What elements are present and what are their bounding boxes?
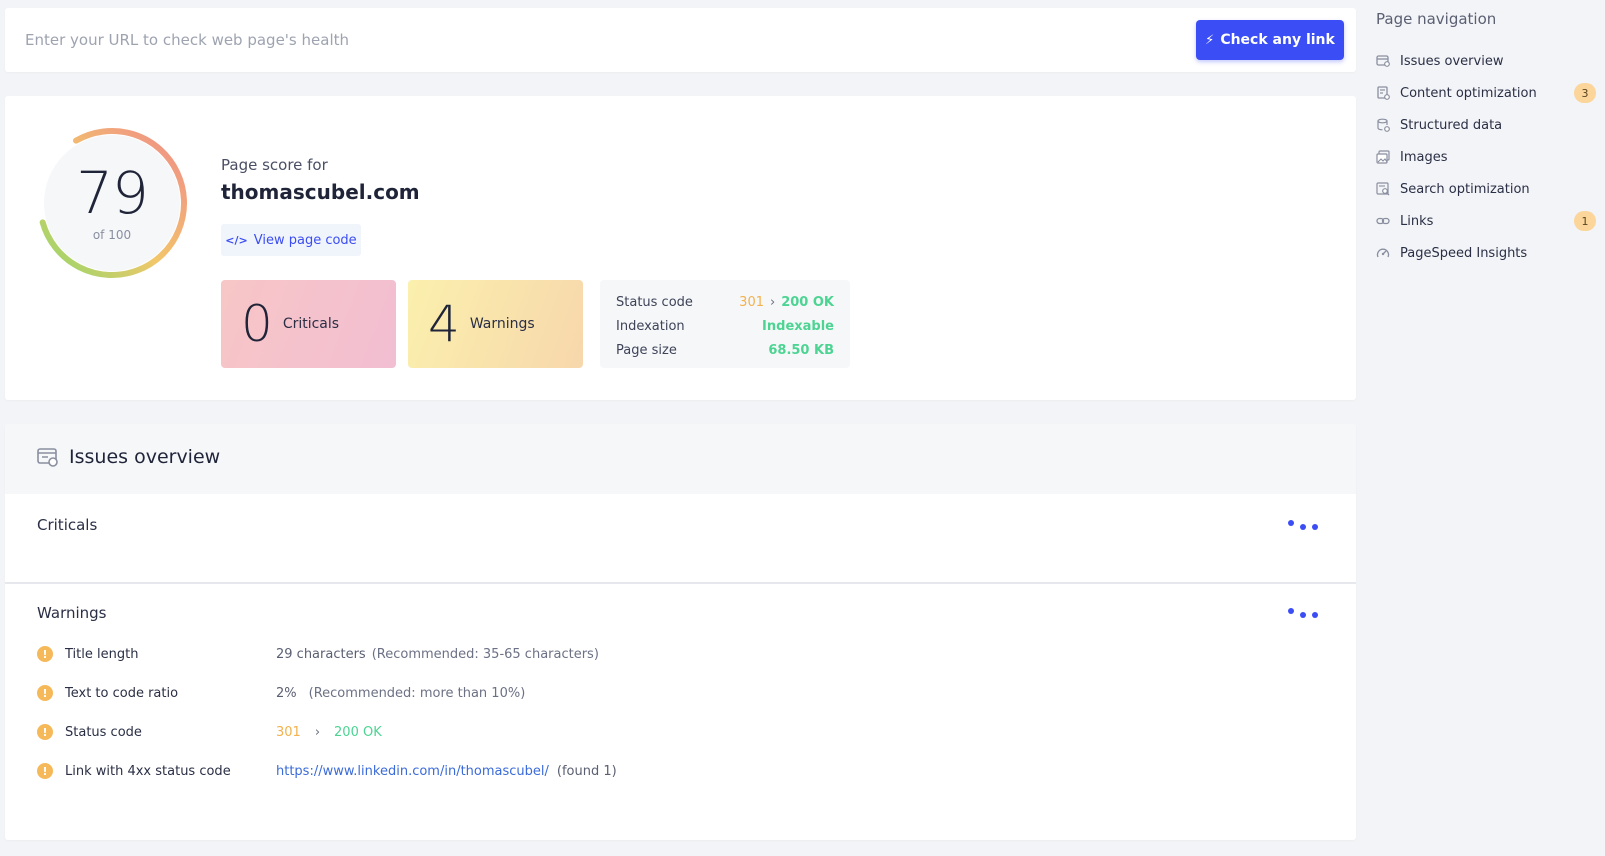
nav-item-label: Links: [1400, 213, 1434, 229]
warning-redirect-code: 301: [276, 724, 301, 740]
page-score-label: Page score for: [221, 156, 328, 174]
structured-data-icon: [1377, 118, 1390, 132]
search-optimization-icon: [1376, 182, 1390, 196]
warning-row: ! Status code 301 › 200 OK: [37, 720, 1237, 744]
warning-recommendation: (Recommended: 35-65 characters): [371, 646, 599, 662]
page-navigation-title: Page navigation: [1376, 10, 1497, 28]
check-link-label: Check any link: [1220, 32, 1335, 48]
nav-item-links[interactable]: Links 1: [1376, 205, 1596, 237]
bolt-icon: ⚡: [1205, 32, 1215, 48]
page-domain: thomascubel.com: [221, 180, 420, 204]
nav-item-images[interactable]: Images: [1376, 141, 1596, 173]
warning-icon: !: [37, 763, 53, 779]
check-link-button[interactable]: ⚡ Check any link: [1196, 20, 1344, 60]
warnings-label: Warnings: [469, 316, 535, 332]
indexation-label: Indexation: [616, 318, 685, 334]
link-icon: [1376, 217, 1390, 225]
nav-item-badge: 3: [1574, 83, 1596, 103]
warnings-section-title: Warnings: [37, 604, 107, 622]
criticals-stat[interactable]: 0 Criticals: [221, 280, 396, 368]
warning-recommendation: (Recommended: more than 10%): [308, 685, 526, 701]
warning-link[interactable]: https://www.linkedin.com/in/thomascubel/: [276, 764, 549, 779]
images-icon: [1376, 150, 1390, 164]
warning-found-count: (found 1): [556, 763, 617, 779]
nav-item-label: Content optimization: [1400, 85, 1537, 101]
nav-item-badge: 1: [1574, 211, 1596, 231]
nav-item-content-optimization[interactable]: Content optimization 3: [1376, 77, 1596, 109]
nav-item-pagespeed-insights[interactable]: PageSpeed Insights: [1376, 237, 1596, 269]
warning-name: Text to code ratio: [65, 685, 179, 701]
score-value: 79: [76, 159, 149, 227]
criticals-count: 0: [241, 295, 273, 353]
warnings-stat[interactable]: 4 Warnings: [408, 280, 583, 368]
code-icon: </>: [225, 233, 248, 247]
speedometer-icon: [1376, 248, 1390, 258]
warnings-more-icon[interactable]: [1286, 606, 1320, 620]
warning-row: ! Text to code ratio 2% (Recommended: mo…: [37, 681, 1237, 705]
status-code-row: Status code 301 › 200 OK: [616, 290, 834, 314]
page-size-value: 68.50 KB: [768, 342, 834, 358]
warning-icon: !: [37, 724, 53, 740]
indexation-row: Indexation Indexable: [616, 314, 834, 338]
url-check-bar: ⚡ Check any link: [5, 8, 1356, 72]
view-page-code-label: View page code: [253, 232, 357, 248]
nav-item-label: Issues overview: [1400, 53, 1504, 69]
nav-item-issues-overview[interactable]: Issues overview: [1376, 45, 1596, 77]
page-score-card: 79 of 100 Page score for thomascubel.com…: [5, 96, 1356, 400]
status-code-label: Status code: [616, 294, 693, 310]
warning-icon: !: [37, 685, 53, 701]
warning-icon: !: [37, 646, 53, 662]
criticals-label: Criticals: [282, 316, 340, 332]
chevron-right-icon: ›: [770, 294, 776, 310]
warning-name: Link with 4xx status code: [65, 763, 231, 779]
issues-overview-section: Issues overview Criticals Warnings ! Tit…: [5, 424, 1356, 840]
warning-final-code: 200 OK: [334, 724, 382, 740]
status-summary: Status code 301 › 200 OK Indexation Indexa…: [600, 280, 850, 368]
issues-overview-title: Issues overview: [69, 446, 221, 468]
warning-row: ! Link with 4xx status code https://www.…: [37, 759, 1237, 783]
nav-item-search-optimization[interactable]: Search optimization: [1376, 173, 1596, 205]
nav-item-label: PageSpeed Insights: [1400, 245, 1528, 261]
issues-overview-icon: [37, 448, 58, 467]
warning-name: Status code: [65, 724, 142, 740]
nav-item-label: Images: [1400, 149, 1448, 165]
url-input[interactable]: [25, 26, 1125, 54]
page-size-row: Page size 68.50 KB: [616, 338, 834, 362]
score-max: of 100: [92, 228, 132, 242]
section-divider: [5, 582, 1356, 584]
indexation-value: Indexable: [762, 318, 834, 334]
nav-item-structured-data[interactable]: Structured data: [1376, 109, 1596, 141]
content-icon: [1377, 86, 1390, 100]
warning-value: 29 characters: [276, 646, 366, 662]
criticals-section-title: Criticals: [37, 516, 98, 534]
page-size-label: Page size: [616, 342, 677, 358]
view-page-code-button[interactable]: </> View page code: [221, 224, 361, 256]
issues-header: Issues overview: [5, 424, 1356, 494]
warning-row: ! Title length 29 characters (Recommende…: [37, 642, 1237, 666]
warning-value: 2%: [276, 685, 297, 701]
final-status-code: 200 OK: [781, 294, 834, 310]
warnings-count: 4: [428, 295, 460, 353]
nav-item-label: Search optimization: [1400, 181, 1530, 197]
nav-item-label: Structured data: [1400, 117, 1503, 133]
issues-icon: [1376, 55, 1390, 67]
chevron-right-icon: ›: [314, 724, 321, 740]
criticals-more-icon[interactable]: [1286, 518, 1320, 532]
warning-name: Title length: [65, 646, 139, 662]
page-navigation: Page navigation Issues overview Content …: [1376, 10, 1596, 269]
redirect-code: 301: [739, 294, 764, 310]
